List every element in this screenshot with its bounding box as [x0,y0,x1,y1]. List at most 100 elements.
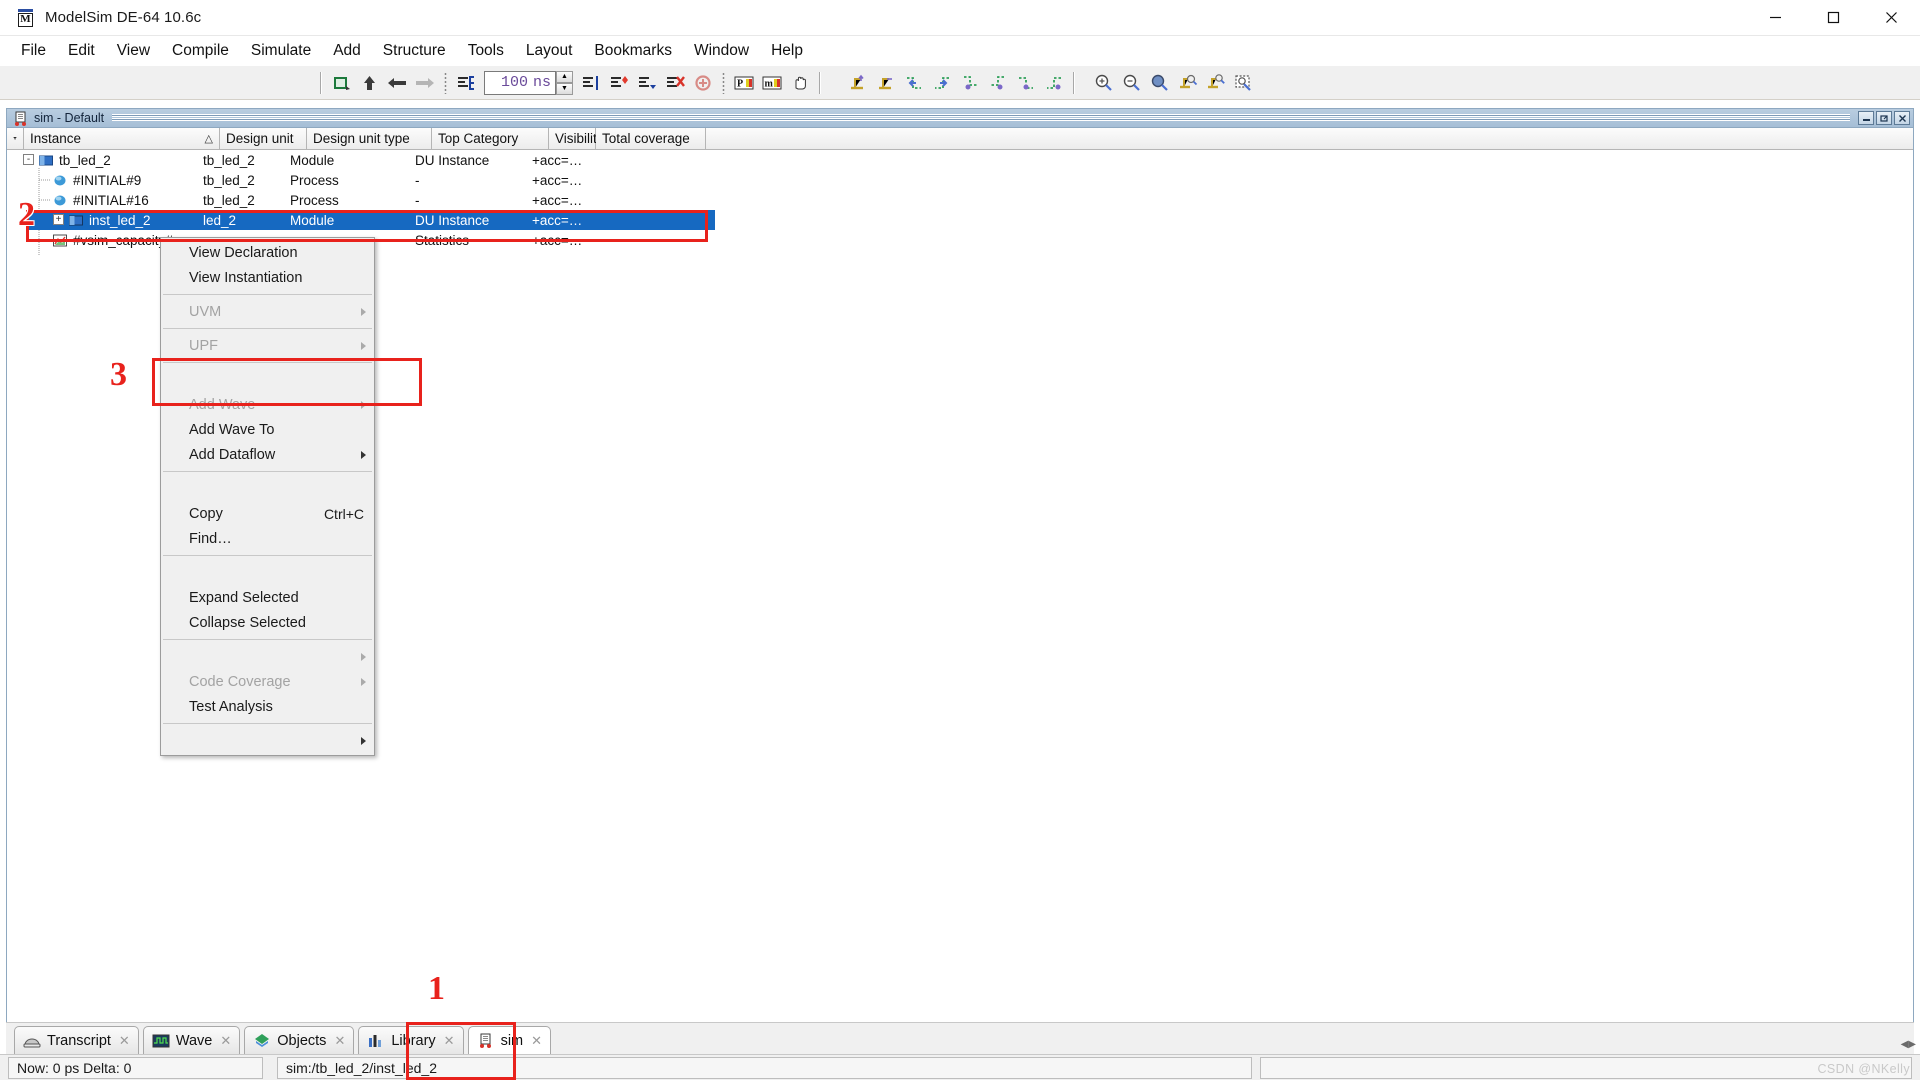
menu-item-save-selected[interactable]: Find… [161,526,374,551]
profile-memory-icon[interactable]: m [758,70,786,96]
tab-close-icon[interactable]: ✕ [220,1033,231,1049]
zoom-full-icon[interactable] [1146,70,1174,96]
menu-item-view-instantiation[interactable]: View Instantiation [161,265,374,290]
prev-transition-icon[interactable] [900,70,928,96]
menu-item-add-wave[interactable] [161,367,374,392]
tab-close-icon[interactable]: ✕ [334,1033,345,1049]
tab-wave[interactable]: Wave ✕ [142,1026,241,1054]
table-row[interactable]: #INITIAL#9 tb_led_2 Process - +acc=… [7,170,1913,190]
break-icon[interactable] [661,70,689,96]
menu-item-show[interactable] [161,728,374,753]
zoom-out-icon[interactable] [1118,70,1146,96]
menu-item-copy[interactable] [161,476,374,501]
step-forward-icon[interactable] [411,70,439,96]
tab-sim[interactable]: sim ✕ [467,1026,552,1054]
next-transition-icon[interactable] [928,70,956,96]
column-header-top-category[interactable]: Top Category [432,128,549,149]
restart-icon[interactable] [327,70,355,96]
step-up-icon[interactable] [355,70,383,96]
maximize-button[interactable] [1804,0,1862,36]
row-design-unit: tb_led_2 [203,192,255,208]
expander-toggle[interactable]: - [23,154,35,166]
tab-library[interactable]: Library ✕ [358,1026,464,1054]
row-instance-label: #INITIAL#9 [73,172,142,188]
panel-undock-button[interactable] [1876,111,1892,125]
tab-close-icon[interactable]: ✕ [119,1033,130,1049]
table-row[interactable]: - tb_led_2 tb_led_2 Module DU Instance +… [7,150,1913,170]
menu-compile[interactable]: Compile [161,39,240,63]
column-header-visibility[interactable]: Visibility [549,128,604,149]
menu-item-xml-import-hint[interactable]: Test Analysis [161,694,374,719]
menu-file[interactable]: File [10,39,57,63]
instance-context-menu[interactable]: View Declaration View Instantiation UVM … [160,237,375,756]
row-instance-label: inst_led_2 [89,212,151,228]
column-header-instance[interactable]: Instance △ [24,128,220,149]
menu-layout[interactable]: Layout [515,39,584,63]
tab-transcript[interactable]: Transcript ✕ [14,1026,139,1054]
close-button[interactable] [1862,0,1920,36]
menu-view[interactable]: View [106,39,161,63]
menu-item-view-declaration[interactable]: View Declaration [161,240,374,265]
zoom-in-icon[interactable] [1090,70,1118,96]
profile-performance-icon[interactable]: P [730,70,758,96]
run-all-icon[interactable] [633,70,661,96]
menu-item-add-to[interactable]: Add Dataflow [161,442,374,467]
zoom-select-icon[interactable] [1230,70,1258,96]
menu-item-label: UVM [189,303,222,320]
column-header-design-unit[interactable]: Design unit [220,128,307,149]
run-icon[interactable] [577,70,605,96]
tab-close-icon[interactable]: ✕ [531,1033,542,1049]
panel-title-bar[interactable]: sim - Default [7,109,1913,128]
column-filter-button[interactable] [7,128,24,149]
table-row[interactable]: #INITIAL#16 tb_led_2 Process - +acc=… [7,190,1913,210]
panel-close-button[interactable] [1894,111,1910,125]
menu-bookmarks[interactable]: Bookmarks [583,39,683,63]
step-back-icon[interactable] [383,70,411,96]
tab-objects[interactable]: Objects ✕ [244,1026,355,1054]
run-length-input[interactable]: 100 ns [484,70,556,95]
step-into-icon[interactable] [844,70,872,96]
column-header-total-coverage[interactable]: Total coverage [596,128,706,149]
tab-label: Wave [175,1032,213,1049]
find-prev-icon[interactable] [956,70,984,96]
expander-toggle[interactable]: + [53,214,65,226]
run-length-stepper[interactable]: ▲ ▼ [556,70,573,95]
minimize-button[interactable] [1746,0,1804,36]
svg-text:m: m [765,78,774,89]
menu-item-find[interactable]: Copy Ctrl+C [161,501,374,526]
panel-minimize-button[interactable] [1858,111,1874,125]
menu-structure[interactable]: Structure [372,39,457,63]
continue-run-icon[interactable] [605,70,633,96]
menu-separator [163,555,372,556]
menu-item-collapse-selected[interactable]: Expand Selected [161,585,374,610]
next-event-icon[interactable] [1040,70,1068,96]
menu-window[interactable]: Window [683,39,760,63]
menu-item-expand-selected[interactable] [161,560,374,585]
run-length-stepper-up[interactable]: ▲ [556,70,573,83]
menu-item-collapse-all[interactable]: Collapse Selected [161,610,374,635]
hand-pan-icon[interactable] [786,70,814,96]
row-visibility: +acc=… [532,152,583,168]
menu-edit[interactable]: Edit [57,39,106,63]
run-length-stepper-down[interactable]: ▼ [556,82,573,95]
step-over-icon[interactable] [872,70,900,96]
status-scroll-arrows[interactable]: ◀▶ [1901,1039,1916,1050]
toolbar: 100 ns ▲ ▼ P m [0,66,1920,100]
table-row-selected[interactable]: + inst_led_2 led_2 Module DU Instance +a… [29,210,715,230]
find-next-icon[interactable] [984,70,1012,96]
status-extra [1260,1056,1912,1079]
menu-help[interactable]: Help [760,39,814,63]
menu-simulate[interactable]: Simulate [240,39,322,63]
menu-tools[interactable]: Tools [457,39,515,63]
menu-item-add-dataflow[interactable]: Add Wave To [161,417,374,442]
tab-close-icon[interactable]: ✕ [444,1033,455,1049]
zoom-range-icon[interactable] [1202,70,1230,96]
column-header-design-unit-type[interactable]: Design unit type [307,128,432,149]
module-icon [69,214,84,227]
menu-add[interactable]: Add [322,39,372,63]
run-length-icon[interactable] [452,70,480,96]
stop-icon[interactable] [689,70,717,96]
prev-event-icon[interactable] [1012,70,1040,96]
zoom-cursor-icon[interactable] [1174,70,1202,96]
toolbar-dot-separator [444,71,447,94]
